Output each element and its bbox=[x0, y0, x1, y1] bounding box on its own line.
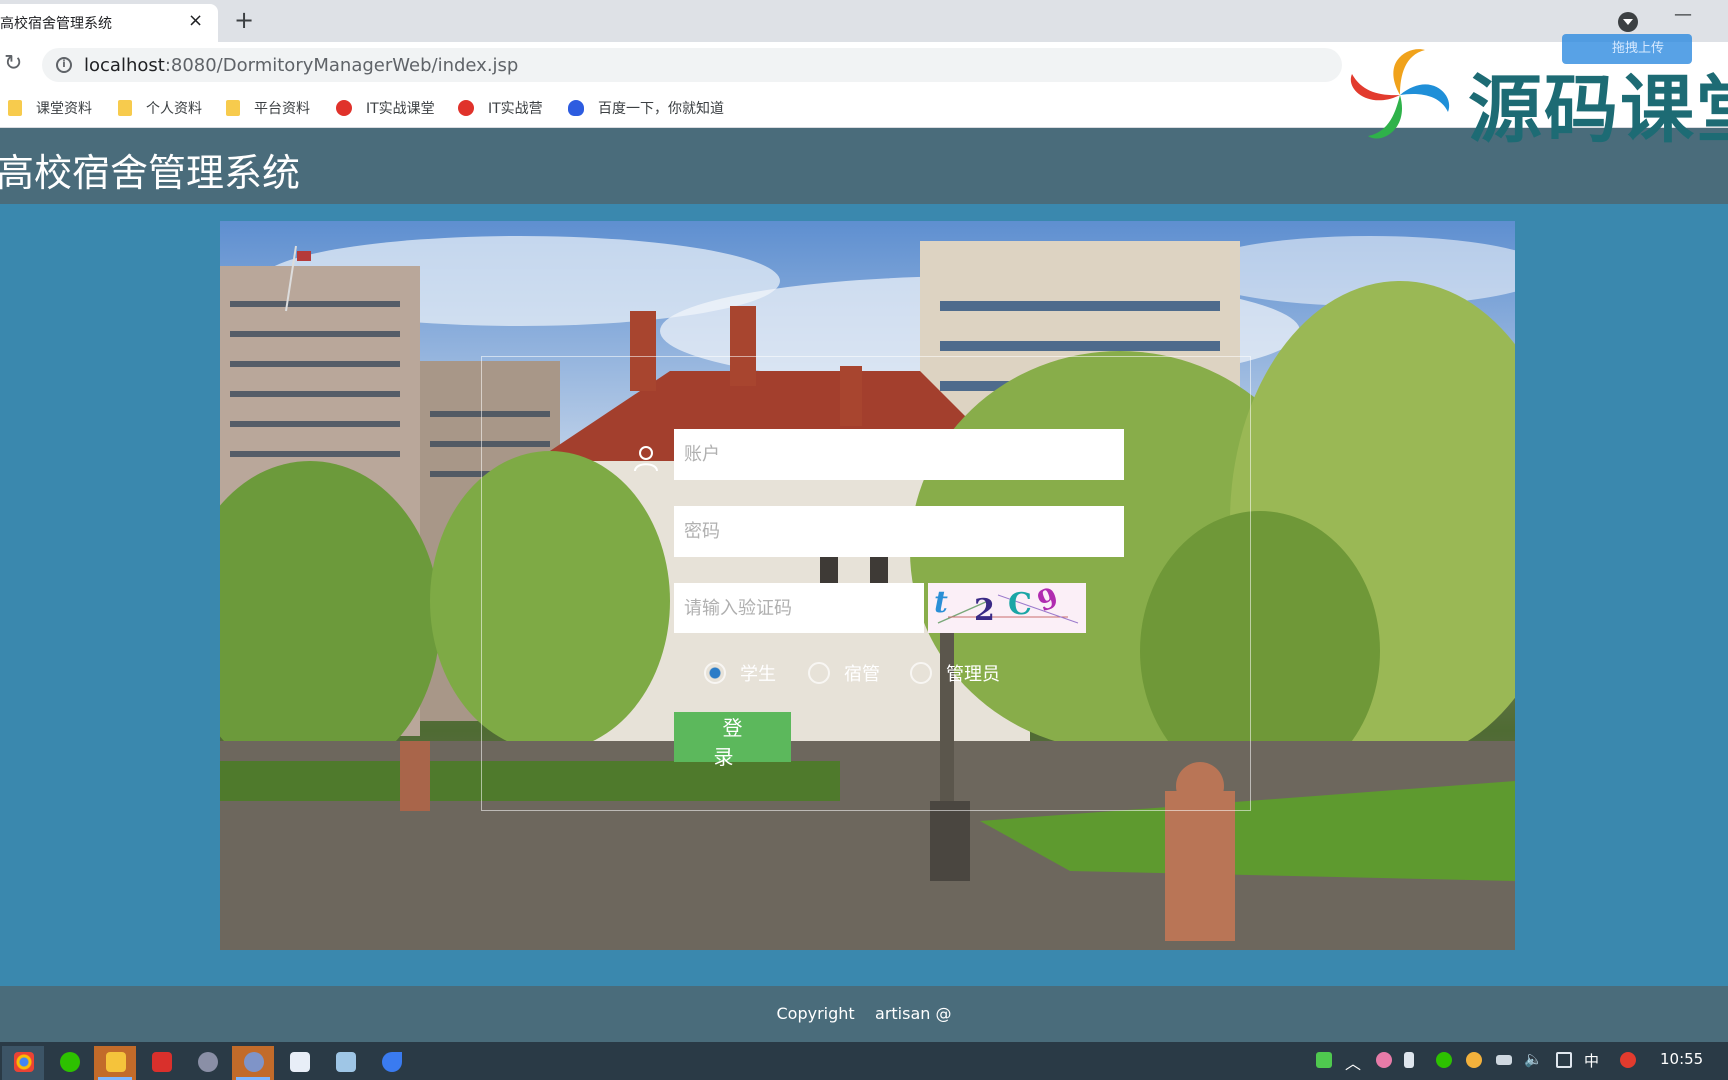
wps-icon bbox=[152, 1052, 172, 1072]
role-option-student[interactable]: 学生 bbox=[704, 660, 776, 685]
bookmark-item[interactable]: IT实战课堂 bbox=[336, 98, 435, 118]
page-footer: Copyright artisan @ bbox=[0, 986, 1728, 1042]
bookmark-item[interactable]: 百度一下，你就知道 bbox=[568, 98, 724, 118]
tray-mic-icon[interactable] bbox=[1404, 1052, 1414, 1068]
notepad-icon bbox=[336, 1052, 356, 1072]
tab-close-icon[interactable]: × bbox=[188, 10, 203, 31]
taskbar-paint[interactable] bbox=[278, 1046, 320, 1080]
url-omnibox[interactable]: i localhost:8080/DormitoryManagerWeb/ind… bbox=[42, 48, 1342, 82]
bookmark-item[interactable]: 课堂资料 bbox=[8, 98, 92, 118]
profile-menu-icon[interactable] bbox=[1618, 12, 1638, 32]
eclipse-icon bbox=[244, 1052, 264, 1072]
page-title: 高校宿舍管理系统 bbox=[0, 151, 301, 195]
radio-dorm-keeper[interactable] bbox=[808, 662, 830, 684]
browser-tab[interactable]: 高校宿舍管理系统 × bbox=[0, 4, 218, 42]
captcha-char: 2 bbox=[974, 593, 995, 628]
role-option-admin[interactable]: 管理员 bbox=[910, 660, 1000, 685]
bookmark-item[interactable]: 平台资料 bbox=[226, 98, 310, 118]
bookmark-label: 百度一下，你就知道 bbox=[598, 101, 724, 117]
watermark-logo: 拖拽上传 源码课堂 bbox=[1340, 34, 1728, 153]
bookmark-label: 个人资料 bbox=[146, 101, 202, 117]
gear-icon bbox=[198, 1052, 218, 1072]
bookmark-item[interactable]: 个人资料 bbox=[118, 98, 202, 118]
bookmark-label: IT实战课堂 bbox=[366, 101, 435, 117]
tray-battery-icon[interactable] bbox=[1316, 1052, 1332, 1068]
taskbar-explorer[interactable] bbox=[94, 1046, 136, 1080]
tray-expand-icon[interactable]: ︿ bbox=[1345, 1050, 1361, 1074]
radio-admin[interactable] bbox=[910, 662, 932, 684]
captcha-char: t bbox=[934, 585, 948, 620]
tray-sogou-icon[interactable] bbox=[1620, 1052, 1636, 1068]
bookmark-item[interactable]: IT实战营 bbox=[458, 98, 543, 118]
folder-icon bbox=[226, 100, 240, 116]
role-label-student: 学生 bbox=[740, 664, 776, 685]
folder-icon bbox=[106, 1052, 126, 1072]
tray-clock[interactable]: 10:55 bbox=[1660, 1050, 1703, 1074]
tray-volume-icon[interactable]: 🔈 bbox=[1524, 1050, 1543, 1074]
url-host: localhost bbox=[84, 55, 165, 76]
minimize-window-button[interactable]: — bbox=[1674, 4, 1692, 25]
tab-title: 高校宿舍管理系统 bbox=[0, 16, 112, 32]
folder-icon bbox=[118, 100, 132, 116]
login-button[interactable]: 登 录 bbox=[674, 712, 791, 769]
taskbar-wechat[interactable] bbox=[48, 1046, 90, 1080]
taskbar-chrome[interactable] bbox=[2, 1046, 44, 1080]
bookmark-label: 平台资料 bbox=[254, 101, 310, 117]
captcha-image[interactable]: t 2 C 9 bbox=[928, 583, 1086, 633]
role-label-dorm-keeper: 宿管 bbox=[844, 664, 880, 685]
site-info-icon[interactable]: i bbox=[56, 57, 72, 73]
chrome-icon bbox=[14, 1052, 34, 1072]
tray-ime-indicator[interactable]: 中 bbox=[1584, 1050, 1599, 1074]
account-input[interactable] bbox=[674, 429, 1124, 480]
tray-flower-icon[interactable] bbox=[1376, 1052, 1392, 1068]
url-text: localhost:8080/DormitoryManagerWeb/index… bbox=[84, 55, 518, 76]
taskbar-notepad[interactable] bbox=[324, 1046, 366, 1080]
captcha-char: C bbox=[1008, 587, 1032, 622]
role-label-admin: 管理员 bbox=[946, 664, 1000, 685]
bookmark-label: IT实战营 bbox=[488, 101, 543, 117]
shield-icon bbox=[336, 100, 352, 116]
paint-icon bbox=[290, 1052, 310, 1072]
browser-tab-bar: 高校宿舍管理系统 × + — bbox=[0, 0, 1728, 42]
taskbar-settings[interactable] bbox=[186, 1046, 228, 1080]
reload-icon[interactable]: ↻ bbox=[4, 51, 22, 76]
captcha-noise-lines bbox=[937, 594, 1079, 624]
copyright-text: Copyright artisan @ bbox=[776, 1004, 952, 1023]
bookmark-label: 课堂资料 bbox=[36, 101, 92, 117]
wechat-icon bbox=[60, 1052, 80, 1072]
swirl-logo-icon bbox=[1350, 49, 1450, 139]
url-path: :8080/DormitoryManagerWeb/index.jsp bbox=[164, 55, 519, 76]
tray-network-icon[interactable] bbox=[1556, 1052, 1572, 1068]
user-icon bbox=[634, 446, 658, 472]
new-tab-button[interactable]: + bbox=[234, 6, 254, 34]
taskbar-feishu[interactable] bbox=[370, 1046, 412, 1080]
paw-icon bbox=[568, 100, 584, 116]
folder-icon bbox=[8, 100, 22, 116]
shield-icon bbox=[458, 100, 474, 116]
tray-qq-icon[interactable] bbox=[1466, 1052, 1482, 1068]
taskbar-wps[interactable] bbox=[140, 1046, 182, 1080]
radio-student[interactable] bbox=[704, 662, 726, 684]
captcha-input[interactable] bbox=[674, 583, 924, 633]
role-option-dorm-keeper[interactable]: 宿管 bbox=[808, 660, 880, 685]
tray-power-icon[interactable] bbox=[1496, 1055, 1512, 1065]
tray-wechat-icon[interactable] bbox=[1436, 1052, 1452, 1068]
watermark-text: 源码课堂 bbox=[1468, 67, 1728, 153]
app-icon bbox=[382, 1052, 402, 1072]
taskbar-eclipse[interactable] bbox=[232, 1046, 274, 1080]
password-input[interactable] bbox=[674, 506, 1124, 557]
